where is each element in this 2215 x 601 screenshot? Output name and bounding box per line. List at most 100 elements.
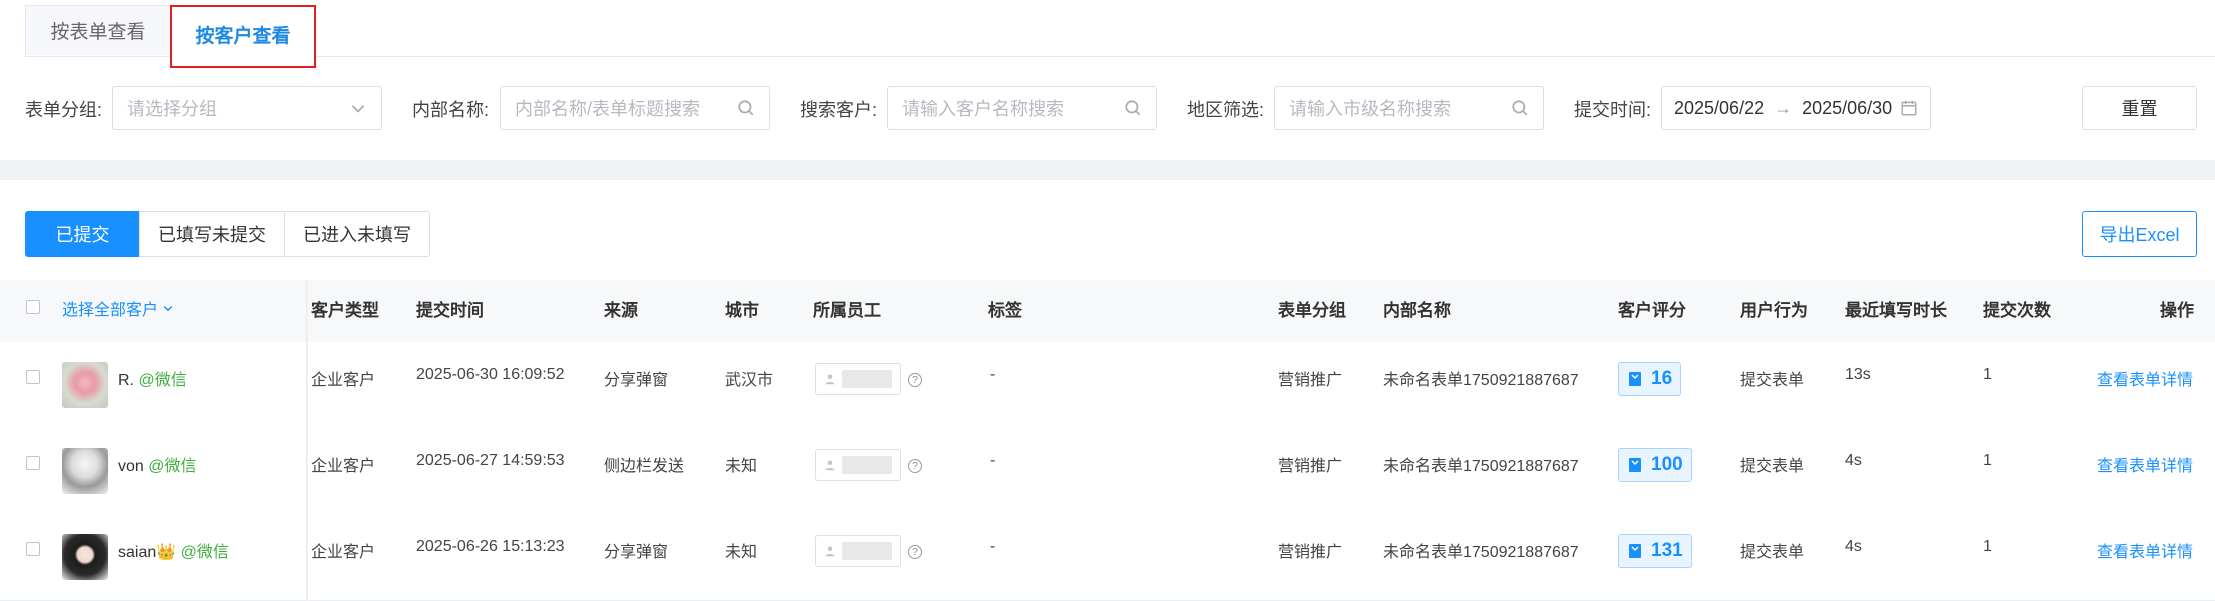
search-icon xyxy=(738,100,754,116)
score-badge: 100 xyxy=(1618,448,1692,482)
avatar xyxy=(62,448,108,494)
form-group: 营销推广 xyxy=(1278,458,1343,475)
user-behavior: 提交表单 xyxy=(1740,458,1805,475)
date-end: 2025/06/30 xyxy=(1802,97,1893,118)
col-customer-score: 客户评分 xyxy=(1618,301,1686,320)
submit-count: 1 xyxy=(1983,366,1992,383)
view-form-detail-link[interactable]: 查看表单详情 xyxy=(2097,366,2193,390)
row-checkbox[interactable] xyxy=(26,456,40,470)
employee-chip[interactable] xyxy=(815,449,901,481)
help-icon[interactable]: ? xyxy=(908,373,922,387)
internal-name-input[interactable]: 内部名称/表单标题搜索 xyxy=(500,86,770,130)
select-all-checkbox[interactable] xyxy=(26,300,40,314)
internal-name: 未命名表单1750921887687 xyxy=(1383,458,1579,475)
col-submit-count: 提交次数 xyxy=(1983,301,2051,320)
employee-name-redacted xyxy=(842,456,892,474)
export-excel-button[interactable]: 导出Excel xyxy=(2082,211,2197,257)
group-select[interactable]: 请选择分组 xyxy=(112,86,382,130)
status-tab-entered-not-filled[interactable]: 已进入未填写 xyxy=(284,211,430,257)
col-action: 操作 xyxy=(2160,301,2194,320)
employee-chip[interactable] xyxy=(815,535,901,567)
status-tab-submitted[interactable]: 已提交 xyxy=(25,211,140,257)
score-value: 16 xyxy=(1651,368,1673,389)
source: 分享弹窗 xyxy=(604,544,669,561)
submit-time-label: 提交时间: xyxy=(1574,100,1652,120)
tag: - xyxy=(990,452,996,469)
customer-type: 企业客户 xyxy=(311,458,376,475)
fixed-column-shadow xyxy=(306,280,308,601)
customer-name-text: R. xyxy=(118,372,134,389)
col-source: 来源 xyxy=(604,301,638,320)
employee-chip[interactable] xyxy=(815,363,901,395)
bookmark-icon xyxy=(1629,544,1641,558)
select-all-label: 选择全部客户 xyxy=(62,302,159,319)
help-icon[interactable]: ? xyxy=(908,545,922,559)
group-filter-label: 表单分组: xyxy=(25,100,103,120)
user-icon xyxy=(825,374,835,385)
reset-button[interactable]: 重置 xyxy=(2082,86,2197,130)
customer-name[interactable]: von @微信 xyxy=(118,452,197,476)
recent-duration: 4s xyxy=(1845,538,1862,555)
section-divider xyxy=(0,160,2215,180)
select-all-dropdown[interactable]: 选择全部客户 xyxy=(62,296,174,320)
region-search-input[interactable]: 请输入市级名称搜索 xyxy=(1274,86,1544,130)
form-group: 营销推广 xyxy=(1278,372,1343,389)
date-start: 2025/06/22 xyxy=(1674,97,1765,118)
col-customer-type: 客户类型 xyxy=(311,301,379,320)
avatar xyxy=(62,534,108,580)
customer-search-input[interactable]: 请输入客户名称搜索 xyxy=(887,86,1157,130)
score-badge: 16 xyxy=(1618,362,1682,396)
row-checkbox[interactable] xyxy=(26,370,40,384)
date-range-picker[interactable]: 2025/06/22 → 2025/06/30 xyxy=(1661,86,1931,130)
score-badge: 131 xyxy=(1618,534,1692,568)
col-city: 城市 xyxy=(725,301,759,320)
search-icon xyxy=(1125,100,1141,116)
region-filter-label: 地区筛选: xyxy=(1187,100,1265,120)
submit-count: 1 xyxy=(1983,538,1992,555)
customer-search-label: 搜索客户: xyxy=(800,100,878,120)
tag: - xyxy=(990,366,996,383)
view-form-detail-link[interactable]: 查看表单详情 xyxy=(2097,538,2193,562)
date-range-separator: → xyxy=(1774,97,1793,118)
bookmark-icon xyxy=(1629,372,1641,386)
user-behavior: 提交表单 xyxy=(1740,544,1805,561)
internal-name: 未命名表单1750921887687 xyxy=(1383,372,1579,389)
status-tab-filled-not-submitted[interactable]: 已填写未提交 xyxy=(139,211,285,257)
source: 侧边栏发送 xyxy=(604,458,685,475)
employee-name-redacted xyxy=(842,370,892,388)
col-internal-name: 内部名称 xyxy=(1383,301,1451,320)
user-icon xyxy=(825,460,835,471)
tag: - xyxy=(990,538,996,555)
tab-by-form[interactable]: 按表单查看 xyxy=(25,5,171,55)
city: 未知 xyxy=(725,458,758,475)
region-search-placeholder: 请输入市级名称搜索 xyxy=(1289,99,1451,119)
col-submit-time: 提交时间 xyxy=(416,301,484,320)
customer-name[interactable]: R. @微信 xyxy=(118,366,187,390)
recent-duration: 4s xyxy=(1845,452,1862,469)
row-checkbox[interactable] xyxy=(26,542,40,556)
col-form-group: 表单分组 xyxy=(1278,301,1346,320)
city: 武汉市 xyxy=(725,372,774,389)
submit-time: 2025-06-26 15:13:23 xyxy=(416,538,565,555)
form-group: 营销推广 xyxy=(1278,544,1343,561)
customer-name[interactable]: saian👑 @微信 xyxy=(118,538,229,562)
wechat-channel: @微信 xyxy=(180,544,229,561)
internal-name-placeholder: 内部名称/表单标题搜索 xyxy=(515,99,700,119)
chevron-down-icon xyxy=(163,305,173,312)
score-value: 131 xyxy=(1651,540,1683,561)
view-form-detail-link[interactable]: 查看表单详情 xyxy=(2097,452,2193,476)
customer-name-text: saian👑 xyxy=(118,544,177,561)
customer-search-placeholder: 请输入客户名称搜索 xyxy=(902,99,1064,119)
tab-bar xyxy=(25,0,2215,57)
tab-by-customer[interactable]: 按客户查看 xyxy=(170,5,316,68)
internal-name: 未命名表单1750921887687 xyxy=(1383,544,1579,561)
customer-name-text: von xyxy=(118,458,144,475)
help-icon[interactable]: ? xyxy=(908,459,922,473)
submit-count: 1 xyxy=(1983,452,1992,469)
group-select-placeholder: 请选择分组 xyxy=(127,99,217,119)
avatar xyxy=(62,362,108,408)
wechat-channel: @微信 xyxy=(138,372,187,389)
calendar-icon xyxy=(1901,100,1917,116)
internal-name-label: 内部名称: xyxy=(412,100,490,120)
customer-type: 企业客户 xyxy=(311,372,376,389)
